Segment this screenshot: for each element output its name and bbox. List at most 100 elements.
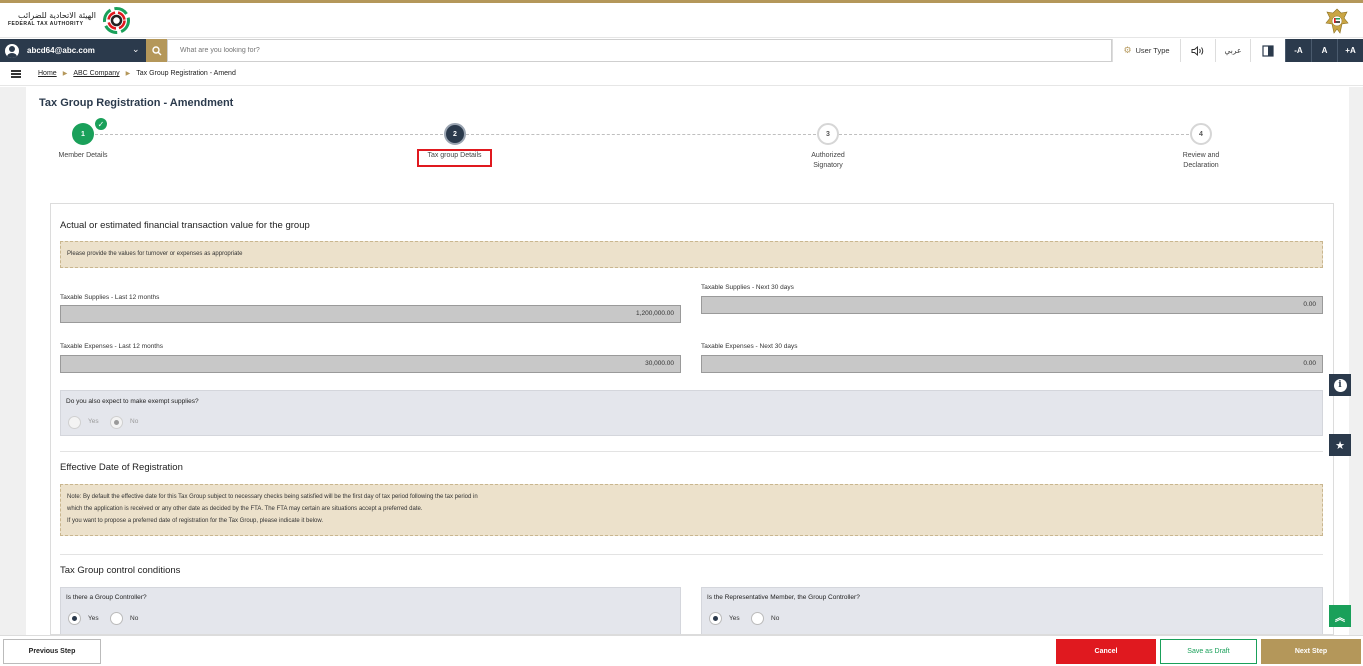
exempt-yes-label: Yes	[88, 418, 99, 425]
supplies-last-label: Taxable Supplies - Last 12 months	[60, 294, 160, 301]
search-input[interactable]	[168, 40, 1111, 61]
font-decrease-button[interactable]: -A	[1285, 39, 1311, 62]
star-icon: ★	[1335, 439, 1345, 452]
info-icon: i	[1333, 378, 1347, 392]
breadcrumb-bar: Home ▶ ABC Company ▶ Tax Group Registrat…	[0, 62, 1363, 86]
exempt-supplies-question: Do you also expect to make exempt suppli…	[66, 398, 199, 405]
expenses-next-label: Taxable Expenses - Next 30 days	[701, 343, 798, 350]
save-as-draft-button[interactable]: Save as Draft	[1160, 639, 1257, 664]
representative-yes-label: Yes	[729, 615, 740, 622]
expenses-last-field[interactable]: 30,000.00	[60, 355, 681, 373]
contrast-icon	[1262, 44, 1274, 57]
breadcrumb-separator-icon: ▶	[125, 71, 131, 77]
font-increase-button[interactable]: +A	[1337, 39, 1363, 62]
logo-bar: الهيئة الاتحادية للضرائب FEDERAL TAX AUT…	[0, 3, 1363, 38]
logo-arabic-text: الهيئة الاتحادية للضرائب	[18, 11, 96, 20]
group-controller-question: Is there a Group Controller?	[66, 594, 147, 601]
user-avatar-icon	[5, 43, 19, 58]
search-button[interactable]	[146, 39, 167, 62]
group-controller-yes-radio[interactable]	[68, 612, 81, 625]
representative-yes-radio[interactable]	[709, 612, 722, 625]
step-completed-check-icon: ✓	[95, 118, 107, 130]
effective-date-note-line: If you want to propose a preferred date …	[67, 518, 324, 524]
top-toolbar: abcd64@abc.com ⌄ ⚙ User Type عربي -A A +…	[0, 39, 1363, 62]
step-4-label: Review and Declaration	[1161, 151, 1241, 171]
financial-section-title: Actual or estimated financial transactio…	[60, 220, 310, 231]
step-2-circle[interactable]: 2	[444, 123, 466, 145]
page-title: Tax Group Registration - Amendment	[39, 97, 234, 109]
step-3-circle[interactable]: 3	[817, 123, 839, 145]
page-scrollbar[interactable]	[1349, 87, 1363, 635]
group-controller-panel	[60, 587, 681, 634]
effective-date-note-line: which the application is received or any…	[67, 506, 423, 512]
uae-emblem-icon	[1325, 8, 1349, 34]
contrast-button[interactable]	[1250, 39, 1285, 62]
step-4-label-line: Declaration	[1183, 162, 1219, 169]
font-normal-button[interactable]: A	[1311, 39, 1337, 62]
effective-date-note-line: Note: By default the effective date for …	[67, 494, 478, 500]
step-1-circle[interactable]: 1	[72, 123, 94, 145]
exempt-no-radio[interactable]	[110, 416, 123, 429]
breadcrumb-company-link[interactable]: ABC Company	[73, 70, 119, 77]
search-icon	[151, 45, 161, 55]
supplies-next-label: Taxable Supplies - Next 30 days	[701, 284, 794, 291]
representative-controller-question: Is the Representative Member, the Group …	[707, 594, 860, 601]
fta-logo-text: الهيئة الاتحادية للضرائب FEDERAL TAX AUT…	[8, 11, 96, 28]
section-divider	[60, 451, 1323, 452]
exempt-yes-radio[interactable]	[68, 416, 81, 429]
effective-date-section-title: Effective Date of Registration	[60, 462, 183, 473]
financial-notice: Please provide the values for turnover o…	[60, 241, 1323, 268]
double-chevron-up-icon: ︽	[1335, 612, 1345, 624]
previous-step-button[interactable]: Previous Step	[3, 639, 101, 664]
stepper-connector	[466, 134, 816, 135]
speaker-icon	[1191, 45, 1204, 56]
group-controller-yes-label: Yes	[88, 615, 99, 622]
step-4-label-line: Review and	[1182, 152, 1220, 159]
breadcrumb: Home ▶ ABC Company ▶ Tax Group Registrat…	[38, 70, 236, 77]
step-4-circle[interactable]: 4	[1190, 123, 1212, 145]
arabic-language-label: عربي	[1224, 46, 1242, 55]
stepper-connector	[95, 134, 443, 135]
section-divider	[60, 554, 1323, 555]
cancel-button[interactable]: Cancel	[1056, 639, 1156, 664]
breadcrumb-current: Tax Group Registration - Amend	[136, 70, 236, 77]
language-button[interactable]: عربي	[1215, 39, 1250, 62]
effective-date-note: Note: By default the effective date for …	[60, 484, 1323, 536]
audio-button[interactable]	[1180, 39, 1215, 62]
step-3-label-line: Signatory	[813, 162, 843, 169]
breadcrumb-home-link[interactable]: Home	[38, 70, 57, 77]
exempt-no-label: No	[130, 418, 139, 425]
expenses-next-field[interactable]: 0.00	[701, 355, 1323, 373]
control-section-title: Tax Group control conditions	[60, 565, 181, 576]
expenses-last-label: Taxable Expenses - Last 12 months	[60, 343, 163, 350]
info-button[interactable]: i	[1329, 374, 1351, 396]
chevron-down-icon[interactable]: ⌄	[132, 44, 140, 55]
step-3-label-line: Authorized	[811, 152, 845, 159]
exempt-supplies-panel	[60, 390, 1323, 436]
scroll-to-top-button[interactable]: ︽	[1329, 605, 1351, 627]
breadcrumb-separator-icon: ▶	[62, 71, 68, 77]
menu-icon[interactable]	[11, 70, 21, 78]
representative-no-label: No	[771, 615, 780, 622]
user-email: abcd64@abc.com	[27, 46, 95, 55]
logo-english-text: FEDERAL TAX AUTHORITY	[8, 21, 84, 27]
user-menu[interactable]: abcd64@abc.com ⌄	[0, 39, 146, 62]
group-controller-no-radio[interactable]	[110, 612, 123, 625]
footer-action-bar: Previous Step Cancel Save as Draft Next …	[0, 635, 1363, 666]
representative-no-radio[interactable]	[751, 612, 764, 625]
supplies-last-field[interactable]: 1,200,000.00	[60, 305, 681, 323]
step-1-label: Member Details	[58, 152, 108, 159]
left-gutter	[0, 87, 26, 635]
current-step-highlight	[417, 149, 492, 167]
user-type-label: User Type	[1135, 46, 1170, 55]
user-type-button[interactable]: ⚙ User Type	[1112, 39, 1180, 62]
group-controller-no-label: No	[130, 615, 139, 622]
fta-logo-icon[interactable]	[103, 7, 130, 34]
search-field-wrapper	[167, 39, 1112, 62]
step-3-label: Authorized Signatory	[788, 151, 868, 171]
tax-group-details-form: Actual or estimated financial transactio…	[50, 203, 1334, 635]
favorites-button[interactable]: ★	[1329, 434, 1351, 456]
next-step-button[interactable]: Next Step	[1261, 639, 1361, 664]
stepper-connector	[839, 134, 1189, 135]
supplies-next-field[interactable]: 0.00	[701, 296, 1323, 314]
